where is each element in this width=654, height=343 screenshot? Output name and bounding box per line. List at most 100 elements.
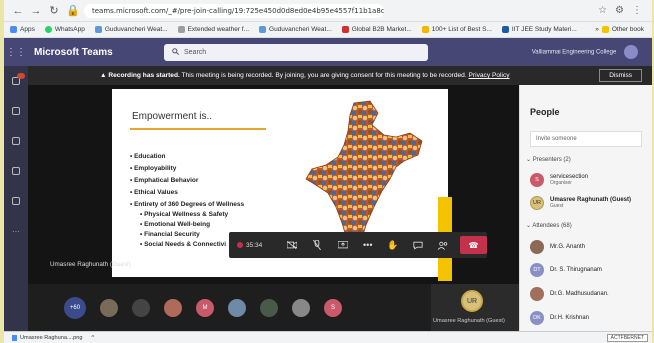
more-participants-badge[interactable]: +60 (64, 296, 86, 319)
chevron-down-icon: ⌄ (526, 157, 533, 163)
call-timer: 35:34 (229, 242, 280, 249)
participants-icon[interactable] (431, 232, 456, 258)
download-bar: Umasree Raghuna....png ^ ACTFBERNET (4, 331, 652, 343)
bookmarks-bar: Apps WhatsApp Guduvancheri Weat... Exten… (4, 22, 652, 38)
self-name: Umasree Raghunath (Guest) (433, 318, 505, 324)
teams-icon (12, 137, 20, 145)
recording-bold: Recording has started. (108, 72, 180, 79)
participant-avatar[interactable] (164, 298, 182, 317)
phone-icon: ☎ (468, 240, 479, 250)
whatsapp-icon (44, 26, 52, 33)
self-avatar: UR (461, 290, 483, 312)
download-filename: Umasree Raghuna....png (20, 334, 83, 341)
participant-avatar[interactable]: S (324, 298, 342, 317)
more-bookmarks-icon[interactable]: » (595, 26, 599, 33)
org-switcher[interactable]: Valliammai Engineering College (532, 45, 652, 59)
bookmark-label: IIT JEE Study Materi... (511, 26, 577, 33)
other-bookmarks[interactable]: Other book (612, 26, 644, 33)
participant-row[interactable]: Dr.G. Madhusudanan. (530, 287, 609, 301)
bookmark-label: Guduvancheri Weat... (269, 26, 332, 33)
camera-off-icon[interactable] (280, 232, 305, 258)
participant-row[interactable]: DT Dr. S. Thirugnanam (530, 263, 602, 277)
browser-window: ← → ↻ 🔒 teams.microsoft.com/_#/pre-join-… (4, 0, 652, 343)
bookmark-item[interactable]: Global B2B Market... (341, 26, 412, 33)
rail-teams[interactable] (4, 126, 28, 156)
attendees-label: Attendees (68) (532, 223, 572, 229)
search-icon (172, 47, 179, 57)
rail-more[interactable]: ··· (4, 216, 28, 246)
chevron-up-icon[interactable]: ^ (92, 335, 95, 341)
search-placeholder: Search (184, 48, 207, 56)
rail-activity[interactable] (4, 66, 28, 96)
bookmark-item[interactable]: Guduvancheri Weat... (259, 26, 332, 33)
privacy-policy-link[interactable]: Privacy Policy (469, 72, 510, 79)
bookmark-item[interactable]: IIT JEE Study Materi... (501, 26, 577, 33)
weather-icon (259, 26, 267, 33)
activation-watermark: ACTFBERNET (606, 333, 648, 342)
rail-assignments[interactable] (4, 156, 28, 186)
recording-banner: ▲ Recording has started. This meeting is… (28, 66, 652, 85)
search-input[interactable]: Search (164, 43, 428, 61)
hang-up-button[interactable]: ☎ (459, 236, 488, 254)
rail-calendar[interactable] (4, 186, 28, 216)
chat-icon[interactable] (406, 232, 431, 258)
recording-dot-icon (237, 242, 243, 248)
bookmark-item[interactable]: Apps (10, 26, 35, 33)
participant-role: Guest (550, 203, 564, 209)
bookmark-item[interactable]: WhatsApp (44, 26, 85, 33)
reload-icon[interactable]: ↻ (48, 4, 60, 17)
recording-text: This meeting is being recorded. By joini… (179, 72, 469, 79)
org-name: Valliammai Engineering College (531, 49, 617, 56)
bookmark-item[interactable]: 100+ List of Best S... (421, 26, 492, 33)
slide-subbullet: Emotional Well-being (140, 221, 244, 228)
participant-avatar: DK (530, 311, 544, 325)
participant-avatar[interactable]: M (196, 298, 214, 317)
download-item[interactable]: Umasree Raghuna....png ^ (4, 334, 95, 341)
star-icon[interactable]: ☆ (598, 5, 607, 16)
self-video-tile: UR Umasree Raghunath (Guest) (431, 284, 519, 331)
address-bar[interactable]: teams.microsoft.com/_#/pre-join-calling/… (84, 3, 384, 18)
slide-bullet: Emphatical Behavior (130, 177, 244, 184)
bookmark-label: Guduvancheri Weat... (104, 26, 168, 33)
back-icon[interactable]: ← (12, 5, 24, 17)
participant-avatar[interactable] (260, 298, 278, 317)
presenters-section-header[interactable]: ⌄ Presenters (2) (526, 156, 571, 163)
bookmark-item[interactable]: Extended weather f... (177, 26, 249, 33)
extension-icon[interactable]: ⚙ (615, 5, 624, 16)
bookmark-label: 100+ List of Best S... (431, 26, 492, 33)
rail-chat[interactable] (4, 96, 28, 126)
participant-avatar[interactable] (228, 298, 246, 317)
raise-hand-icon[interactable]: ✋ (380, 232, 405, 258)
lock-icon: 🔒 (66, 5, 80, 17)
slide-bullet-group: Entirety of 360 Degrees of Wellness Phys… (130, 201, 244, 248)
participant-name: Mr.G. Ananth (550, 244, 586, 250)
presenter-name: Umasree Raghunath (Guest) (50, 261, 131, 268)
attendees-section-header[interactable]: ⌄ Attendees (68) (526, 222, 572, 229)
participant-row[interactable]: UR Umasree Raghunath (Guest) Guest (530, 196, 631, 210)
bookmark-item[interactable]: Guduvancheri Weat... (94, 26, 168, 33)
menu-icon[interactable]: ⋮ (632, 5, 642, 16)
apps-icon (10, 26, 17, 33)
participant-row[interactable]: S servicesection Organiser (530, 173, 588, 187)
participant-name: Dr.G. Madhusudanan. (550, 291, 609, 297)
participant-row[interactable]: Mr.G. Ananth (530, 240, 585, 254)
calendar-icon (12, 197, 20, 205)
participant-avatar[interactable] (132, 298, 150, 317)
mic-off-icon[interactable] (305, 232, 330, 258)
browser-toolbar: ← → ↻ 🔒 teams.microsoft.com/_#/pre-join-… (4, 0, 652, 22)
participant-name: Dr.H. Krishnan (550, 315, 590, 321)
participant-avatar[interactable] (100, 298, 118, 317)
participant-avatar: UR (530, 196, 544, 210)
participant-row[interactable]: DK Dr.H. Krishnan (530, 311, 589, 325)
share-screen-icon[interactable] (330, 232, 355, 258)
assignments-icon (12, 167, 20, 175)
weather-icon (177, 26, 185, 33)
participant-avatar[interactable] (292, 298, 310, 317)
profile-avatar[interactable] (624, 45, 638, 59)
slide-bullet: Education (130, 153, 244, 160)
invite-input[interactable]: Invite someone (530, 131, 642, 147)
more-options-icon[interactable]: ••• (355, 232, 380, 258)
forward-icon[interactable]: → (30, 5, 42, 17)
app-launcher-icon[interactable]: ⋮⋮ (4, 47, 28, 58)
dismiss-button[interactable]: Dismiss (599, 69, 642, 82)
